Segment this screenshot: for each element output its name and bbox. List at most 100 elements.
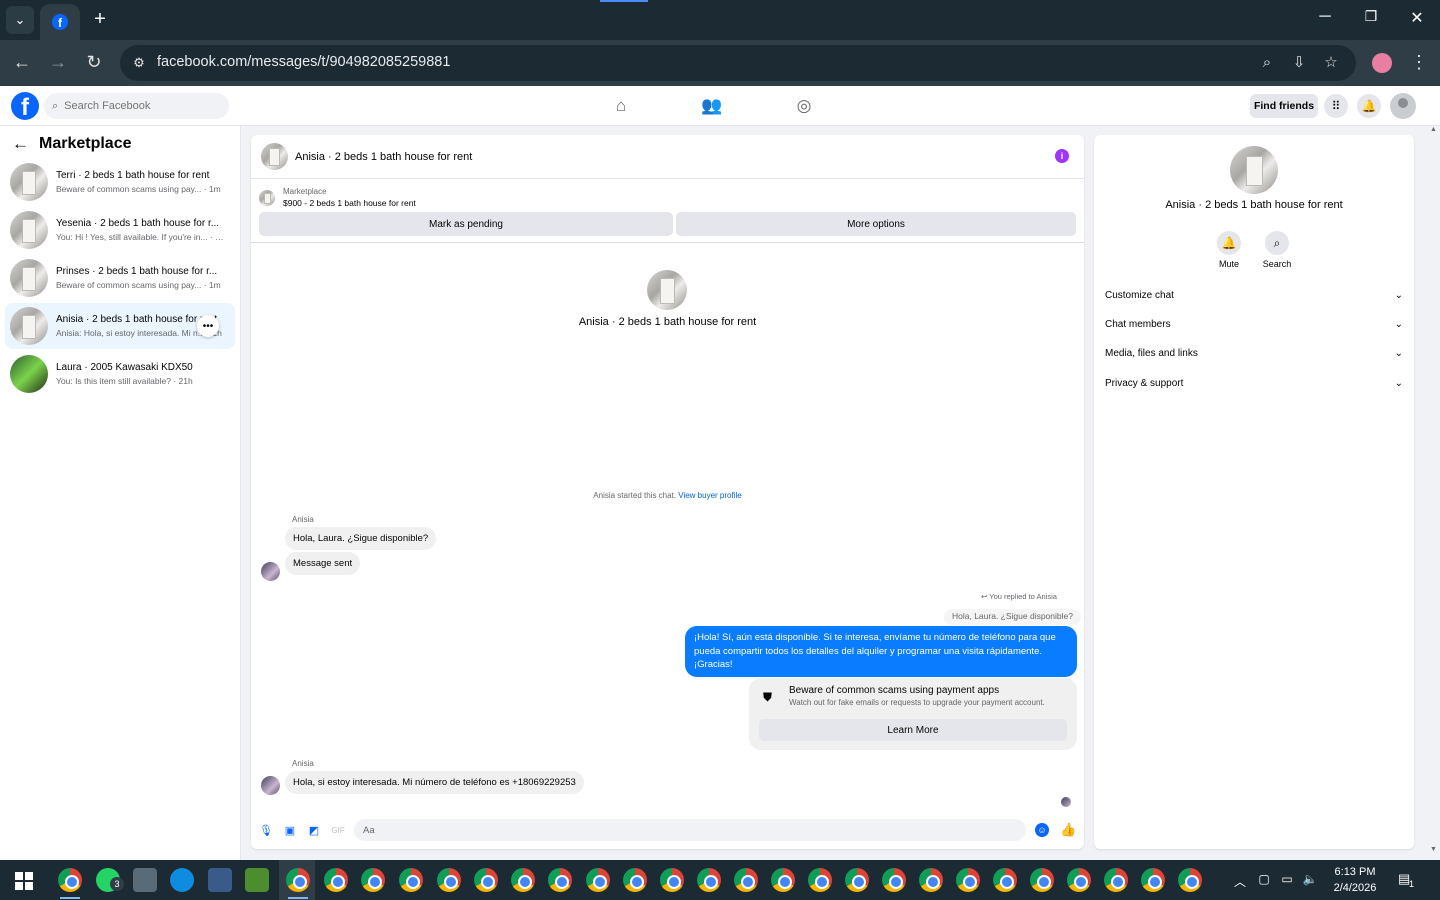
conversation-info-icon[interactable]: i <box>1055 149 1069 163</box>
scroll-down-icon[interactable]: ▼ <box>1430 846 1437 853</box>
url-text[interactable]: facebook.com/messages/t/904982085259881 <box>157 54 450 70</box>
thumbs-up-icon[interactable]: 👍 <box>1060 822 1076 838</box>
notepad-icon[interactable] <box>245 868 269 892</box>
conversation-item-laura[interactable]: Laura · 2005 Kawasaki KDX50 You: Is this… <box>5 351 235 397</box>
chrome-app-icon[interactable] <box>919 868 943 892</box>
site-settings-icon[interactable]: ⚙ <box>130 54 148 72</box>
restore-window-button[interactable]: ❐ <box>1359 8 1383 25</box>
notifications-bell-icon[interactable]: 🔔 <box>1357 94 1381 118</box>
network-icon[interactable]: ▭ <box>1279 872 1295 886</box>
minimize-window-button[interactable]: ─ <box>1313 8 1337 26</box>
chrome-app-icon[interactable] <box>548 868 572 892</box>
chrome-app-icon[interactable] <box>956 868 980 892</box>
taskbar-clock[interactable]: 6:13 PM 2/4/2026 <box>1324 864 1386 896</box>
groups-icon[interactable]: ◎ <box>793 95 815 117</box>
chrome-app-icon[interactable] <box>324 868 348 892</box>
browser-profile-avatar[interactable] <box>1372 53 1392 73</box>
outgoing-message[interactable]: ¡Hola! Sí, aún está disponible. Si te in… <box>685 626 1077 677</box>
meet-icon[interactable]: ▢ <box>1256 872 1272 886</box>
photo-icon[interactable]: ▣ <box>283 824 297 838</box>
chrome-app-icon[interactable] <box>1104 868 1128 892</box>
conversation-item-prinses[interactable]: Prinses · 2 beds 1 bath house for r... B… <box>5 255 235 301</box>
chrome-app-icon[interactable] <box>623 868 647 892</box>
view-buyer-profile-link[interactable]: View buyer profile <box>678 491 741 500</box>
sender-avatar[interactable] <box>261 776 280 795</box>
address-bar[interactable]: ⚙ facebook.com/messages/t/90498208525988… <box>120 45 1356 81</box>
mute-action[interactable]: 🔔 Mute <box>1209 231 1249 269</box>
chrome-app-icon[interactable] <box>286 868 310 892</box>
browser-menu-icon[interactable]: ⋮ <box>1410 52 1428 73</box>
facebook-search-input[interactable] <box>64 100 215 112</box>
search-action[interactable]: ⌕ Search <box>1257 231 1297 269</box>
tab-search-button[interactable]: ⌄ <box>6 6 34 34</box>
incoming-message[interactable]: Message sent <box>285 552 361 575</box>
media-files-links-row[interactable]: Media, files and links ⌄ <box>1105 343 1403 363</box>
incoming-message[interactable]: Hola, si estoy interesada. Mi número de … <box>285 771 584 794</box>
keyboard-app-icon[interactable] <box>133 868 157 892</box>
zoom-icon[interactable]: ⌕ <box>1257 53 1277 73</box>
forward-arrow-icon[interactable]: → <box>47 52 69 74</box>
privacy-support-row[interactable]: Privacy & support ⌄ <box>1105 373 1403 393</box>
chat-listing-thumbnail[interactable] <box>261 143 288 170</box>
new-tab-button[interactable]: + <box>88 8 112 32</box>
find-friends-button[interactable]: Find friends <box>1250 94 1318 118</box>
menu-grid-icon[interactable]: ⠿ <box>1324 94 1348 118</box>
marketplace-listing[interactable]: Marketplace $900 - 2 beds 1 bath house f… <box>259 187 416 208</box>
chrome-app-icon[interactable] <box>586 868 610 892</box>
chrome-app-icon[interactable] <box>58 868 82 892</box>
facebook-search[interactable]: ⌕ <box>44 93 229 119</box>
install-app-icon[interactable]: ⇩ <box>1289 53 1309 73</box>
chrome-app-icon[interactable] <box>734 868 758 892</box>
mark-as-pending-button[interactable]: Mark as pending <box>259 212 673 236</box>
more-options-button[interactable]: More options <box>676 212 1076 236</box>
page-scrollbar[interactable]: ▲ ▼ <box>1428 126 1440 860</box>
chrome-app-icon[interactable] <box>437 868 461 892</box>
panel-avatar[interactable] <box>1230 146 1278 194</box>
browser-tab-facebook[interactable]: f <box>40 4 80 40</box>
chrome-app-icon[interactable] <box>361 868 385 892</box>
more-options-dots-icon[interactable]: ••• <box>197 315 219 337</box>
back-arrow-icon[interactable]: ← <box>12 134 29 154</box>
chrome-app-icon[interactable] <box>399 868 423 892</box>
conversation-item-anisia[interactable]: Anisia · 2 beds 1 bath house for rent An… <box>5 303 235 349</box>
message-input-wrapper[interactable] <box>354 819 1026 841</box>
gif-icon[interactable]: GIF <box>331 824 345 838</box>
reload-icon[interactable]: ↻ <box>83 52 105 74</box>
sticker-icon[interactable]: ◩ <box>307 824 321 838</box>
volume-icon[interactable]: 🔈 <box>1302 872 1318 886</box>
message-input[interactable] <box>363 824 1003 836</box>
customize-chat-row[interactable]: Customize chat ⌄ <box>1105 285 1403 305</box>
emoji-icon[interactable]: ☺ <box>1035 823 1049 837</box>
chrome-app-icon[interactable] <box>474 868 498 892</box>
edge-icon[interactable] <box>170 868 194 892</box>
conversation-item-terri[interactable]: Terri · 2 beds 1 bath house for rent Bew… <box>5 159 235 205</box>
chrome-app-icon[interactable] <box>1030 868 1054 892</box>
chrome-app-icon[interactable] <box>845 868 869 892</box>
sender-avatar[interactable] <box>261 562 280 581</box>
tray-overflow-icon[interactable]: ︿ <box>1232 873 1248 890</box>
incoming-message[interactable]: Hola, Laura. ¿Sigue disponible? <box>285 527 437 550</box>
conversation-item-yesenia[interactable]: Yesenia · 2 beds 1 bath house for r... Y… <box>5 207 235 253</box>
bell-icon[interactable]: 🔔 <box>1217 231 1241 255</box>
chrome-app-icon[interactable] <box>1178 868 1202 892</box>
learn-more-button[interactable]: Learn More <box>759 719 1067 741</box>
account-avatar[interactable] <box>1390 93 1416 119</box>
app-icon[interactable] <box>208 868 232 892</box>
search-icon[interactable]: ⌕ <box>1265 231 1289 255</box>
chrome-app-icon[interactable] <box>1067 868 1091 892</box>
quoted-message[interactable]: Hola, Laura. ¿Sigue disponible? <box>944 609 1081 625</box>
chrome-app-icon[interactable] <box>771 868 795 892</box>
chrome-app-icon[interactable] <box>808 868 832 892</box>
friends-icon[interactable]: 👥 <box>701 95 723 117</box>
microphone-icon[interactable]: 🎙 <box>259 824 273 838</box>
home-icon[interactable]: ⌂ <box>610 95 632 117</box>
back-arrow-icon[interactable]: ← <box>11 52 33 74</box>
chat-members-row[interactable]: Chat members ⌄ <box>1105 314 1403 334</box>
chrome-app-icon[interactable] <box>660 868 684 892</box>
close-window-button[interactable]: ✕ <box>1405 8 1429 28</box>
facebook-logo-icon[interactable]: f <box>11 92 39 120</box>
chrome-app-icon[interactable] <box>511 868 535 892</box>
bookmark-star-icon[interactable]: ☆ <box>1321 53 1341 73</box>
windows-start-icon[interactable] <box>15 872 33 890</box>
chat-title[interactable]: Anisia · 2 beds 1 bath house for rent <box>295 151 472 163</box>
